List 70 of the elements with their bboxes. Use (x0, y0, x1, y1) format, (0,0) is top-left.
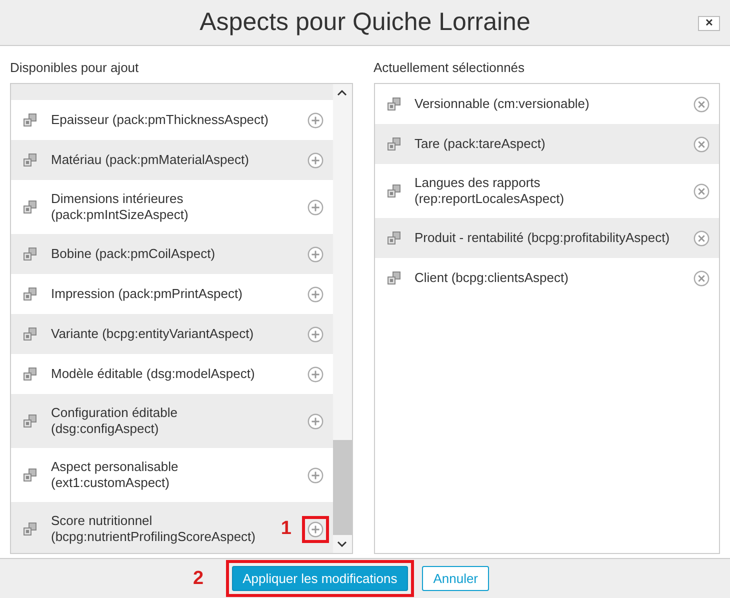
remove-icon[interactable] (693, 270, 710, 286)
aspect-icon (23, 327, 37, 341)
aspect-row[interactable]: Dimensions intérieures (pack:pmIntSizeAspect) (11, 180, 332, 234)
aspect-row[interactable]: Impression (pack:pmPrintAspect) (11, 274, 332, 314)
aspect-row[interactable]: Produit - rentabilité (bcpg:profitabilityAspect) (374, 218, 719, 258)
remove-icon[interactable] (693, 96, 710, 112)
aspect-label: Impression (pack:pmPrintAspect) (51, 285, 244, 303)
aspect-icon (386, 231, 400, 245)
aspect-icon (23, 113, 37, 127)
list-heading: Actuellement sélectionnés (374, 60, 526, 75)
aspect-icon (23, 153, 37, 167)
aspect-label: Versionnable (cm:versionable) (414, 95, 590, 113)
add-icon[interactable] (306, 366, 324, 382)
aspect-row[interactable]: Variante (bcpg:entityVariantAspect) (11, 314, 332, 354)
aspect-icon (386, 271, 400, 285)
aspect-row[interactable]: Tare (pack:tareAspect) (374, 124, 719, 164)
aspect-icon (386, 184, 400, 198)
remove-icon[interactable] (693, 182, 710, 200)
aspect-row[interactable]: Matériau (pack:pmMaterialAspect) (11, 140, 332, 180)
add-icon[interactable] (306, 112, 324, 128)
aspect-row[interactable]: Aspect personalisable (ext1:customAspect) (11, 448, 332, 502)
aspect-label: Epaisseur (pack:pmThicknessAspect) (51, 111, 270, 129)
aspect-label: Matériau (pack:pmMaterialAspect) (51, 151, 250, 169)
aspect-label: Bobine (pack:pmCoilAspect) (51, 245, 216, 263)
scroll-up-icon[interactable] (337, 90, 347, 96)
aspect-row[interactable]: Modèle éditable (dsg:modelAspect) (11, 354, 332, 394)
annotation-number: 2 (192, 568, 204, 590)
scrollbar[interactable] (332, 84, 352, 553)
remove-icon[interactable] (693, 230, 710, 246)
list-heading: Disponibles pour ajout (10, 60, 140, 75)
add-icon[interactable] (306, 412, 324, 430)
scroll-down-icon[interactable] (337, 541, 347, 547)
aspect-label: Dimensions intérieures (pack:pmIntSizeAspect) (51, 190, 190, 224)
aspect-label: Produit - rentabilité (bcpg:profitabilityAspect) (414, 229, 671, 247)
aspect-label: Score nutritionnel (bcpg:nutrientProfilingScoreAspect) (51, 512, 256, 546)
aspect-row[interactable]: Langues des rapports (rep:reportLocalesAspect) (374, 164, 719, 218)
add-icon[interactable] (306, 246, 324, 262)
aspect-label: Configuration éditable (dsg:configAspect) (51, 404, 178, 438)
add-icon[interactable] (306, 326, 324, 342)
aspect-icon (23, 414, 37, 428)
aspect-label: Tare (pack:tareAspect) (414, 135, 546, 153)
aspect-icon (23, 522, 37, 536)
aspect-icon (386, 137, 400, 151)
add-icon[interactable] (306, 520, 324, 538)
aspect-icon (23, 367, 37, 381)
aspect-label: Client (bcpg:clientsAspect) (414, 269, 570, 287)
annotation-number: 1 (280, 518, 292, 540)
aspect-row[interactable]: Epaisseur (pack:pmThicknessAspect) (11, 100, 332, 140)
aspect-icon (23, 247, 37, 261)
aspect-row[interactable]: Bobine (pack:pmCoilAspect) (11, 234, 332, 274)
aspect-icon (23, 200, 37, 214)
aspect-row[interactable]: Configuration éditable (dsg:configAspect) (11, 394, 332, 448)
aspect-row[interactable]: Versionnable (cm:versionable) (374, 84, 719, 124)
remove-icon[interactable] (693, 136, 710, 152)
add-icon[interactable] (306, 286, 324, 302)
aspect-label: Aspect personalisable (ext1:customAspect) (51, 458, 180, 492)
aspect-icon (23, 287, 37, 301)
dialog-title: Aspects pour Quiche Lorraine (200, 8, 530, 37)
aspect-icon (23, 468, 37, 482)
close-button[interactable]: ✕ (698, 16, 720, 31)
aspect-icon (386, 97, 400, 111)
add-icon[interactable] (306, 198, 324, 216)
add-icon[interactable] (306, 152, 324, 168)
aspect-row[interactable]: Score nutritionnel (bcpg:nutrientProfilingScoreAspect) 1 (11, 502, 332, 553)
aspect-label: Langues des rapports (rep:reportLocalesAspect) (414, 174, 566, 208)
add-icon[interactable] (306, 466, 324, 484)
aspect-row[interactable]: Client (bcpg:clientsAspect) (374, 258, 719, 298)
scroll-thumb[interactable] (332, 440, 352, 535)
aspect-label: Variante (bcpg:entityVariantAspect) (51, 325, 255, 343)
aspect-label: Modèle éditable (dsg:modelAspect) (51, 365, 256, 383)
